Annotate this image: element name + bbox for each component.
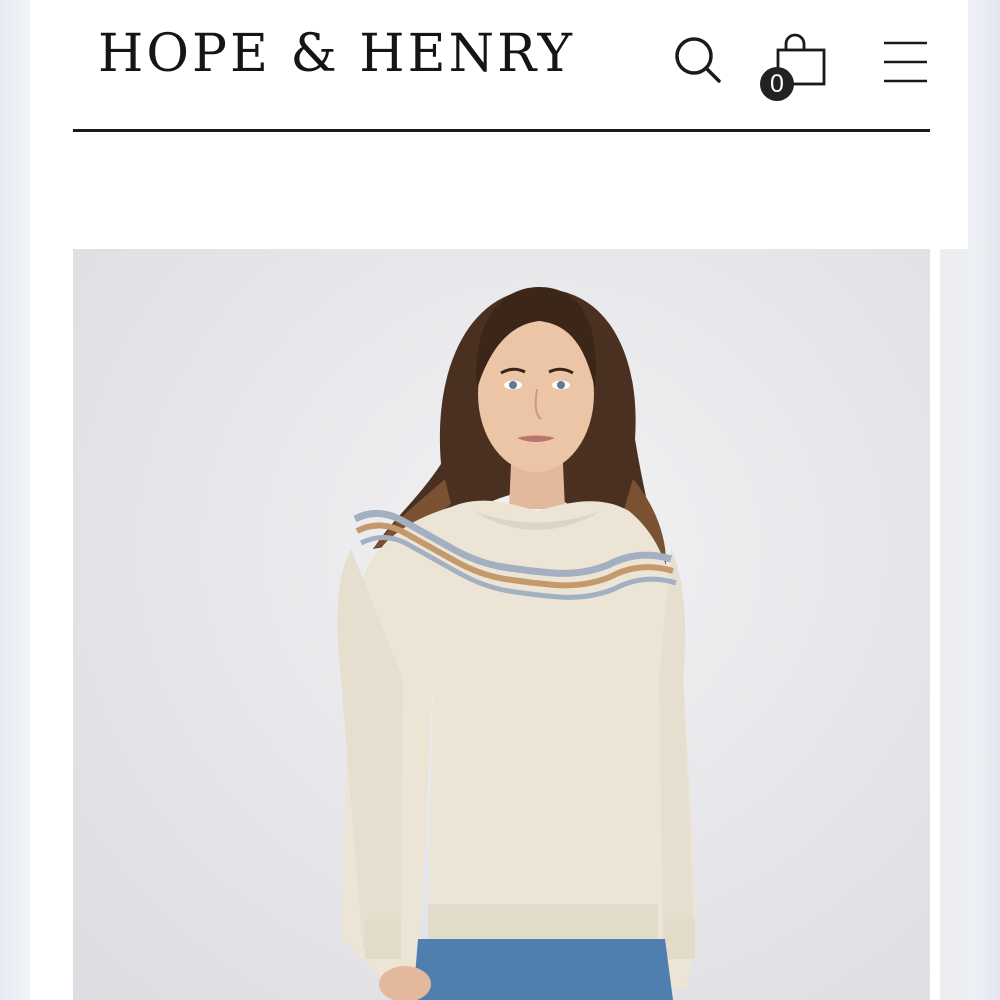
cart-count-badge: 0: [760, 67, 794, 101]
model-illustration: [337, 287, 698, 1000]
menu-button[interactable]: [880, 40, 930, 84]
header-divider: [73, 129, 930, 132]
search-icon: [675, 37, 721, 83]
page: HOPE & HENRY 0: [30, 0, 968, 1000]
cart-button[interactable]: 0: [758, 30, 830, 102]
hamburger-menu-icon: [884, 41, 927, 83]
search-button[interactable]: [672, 34, 724, 86]
brand-logo[interactable]: HOPE & HENRY: [98, 28, 575, 80]
product-hero-image[interactable]: [73, 249, 930, 1000]
next-image-peek[interactable]: [940, 249, 968, 1000]
